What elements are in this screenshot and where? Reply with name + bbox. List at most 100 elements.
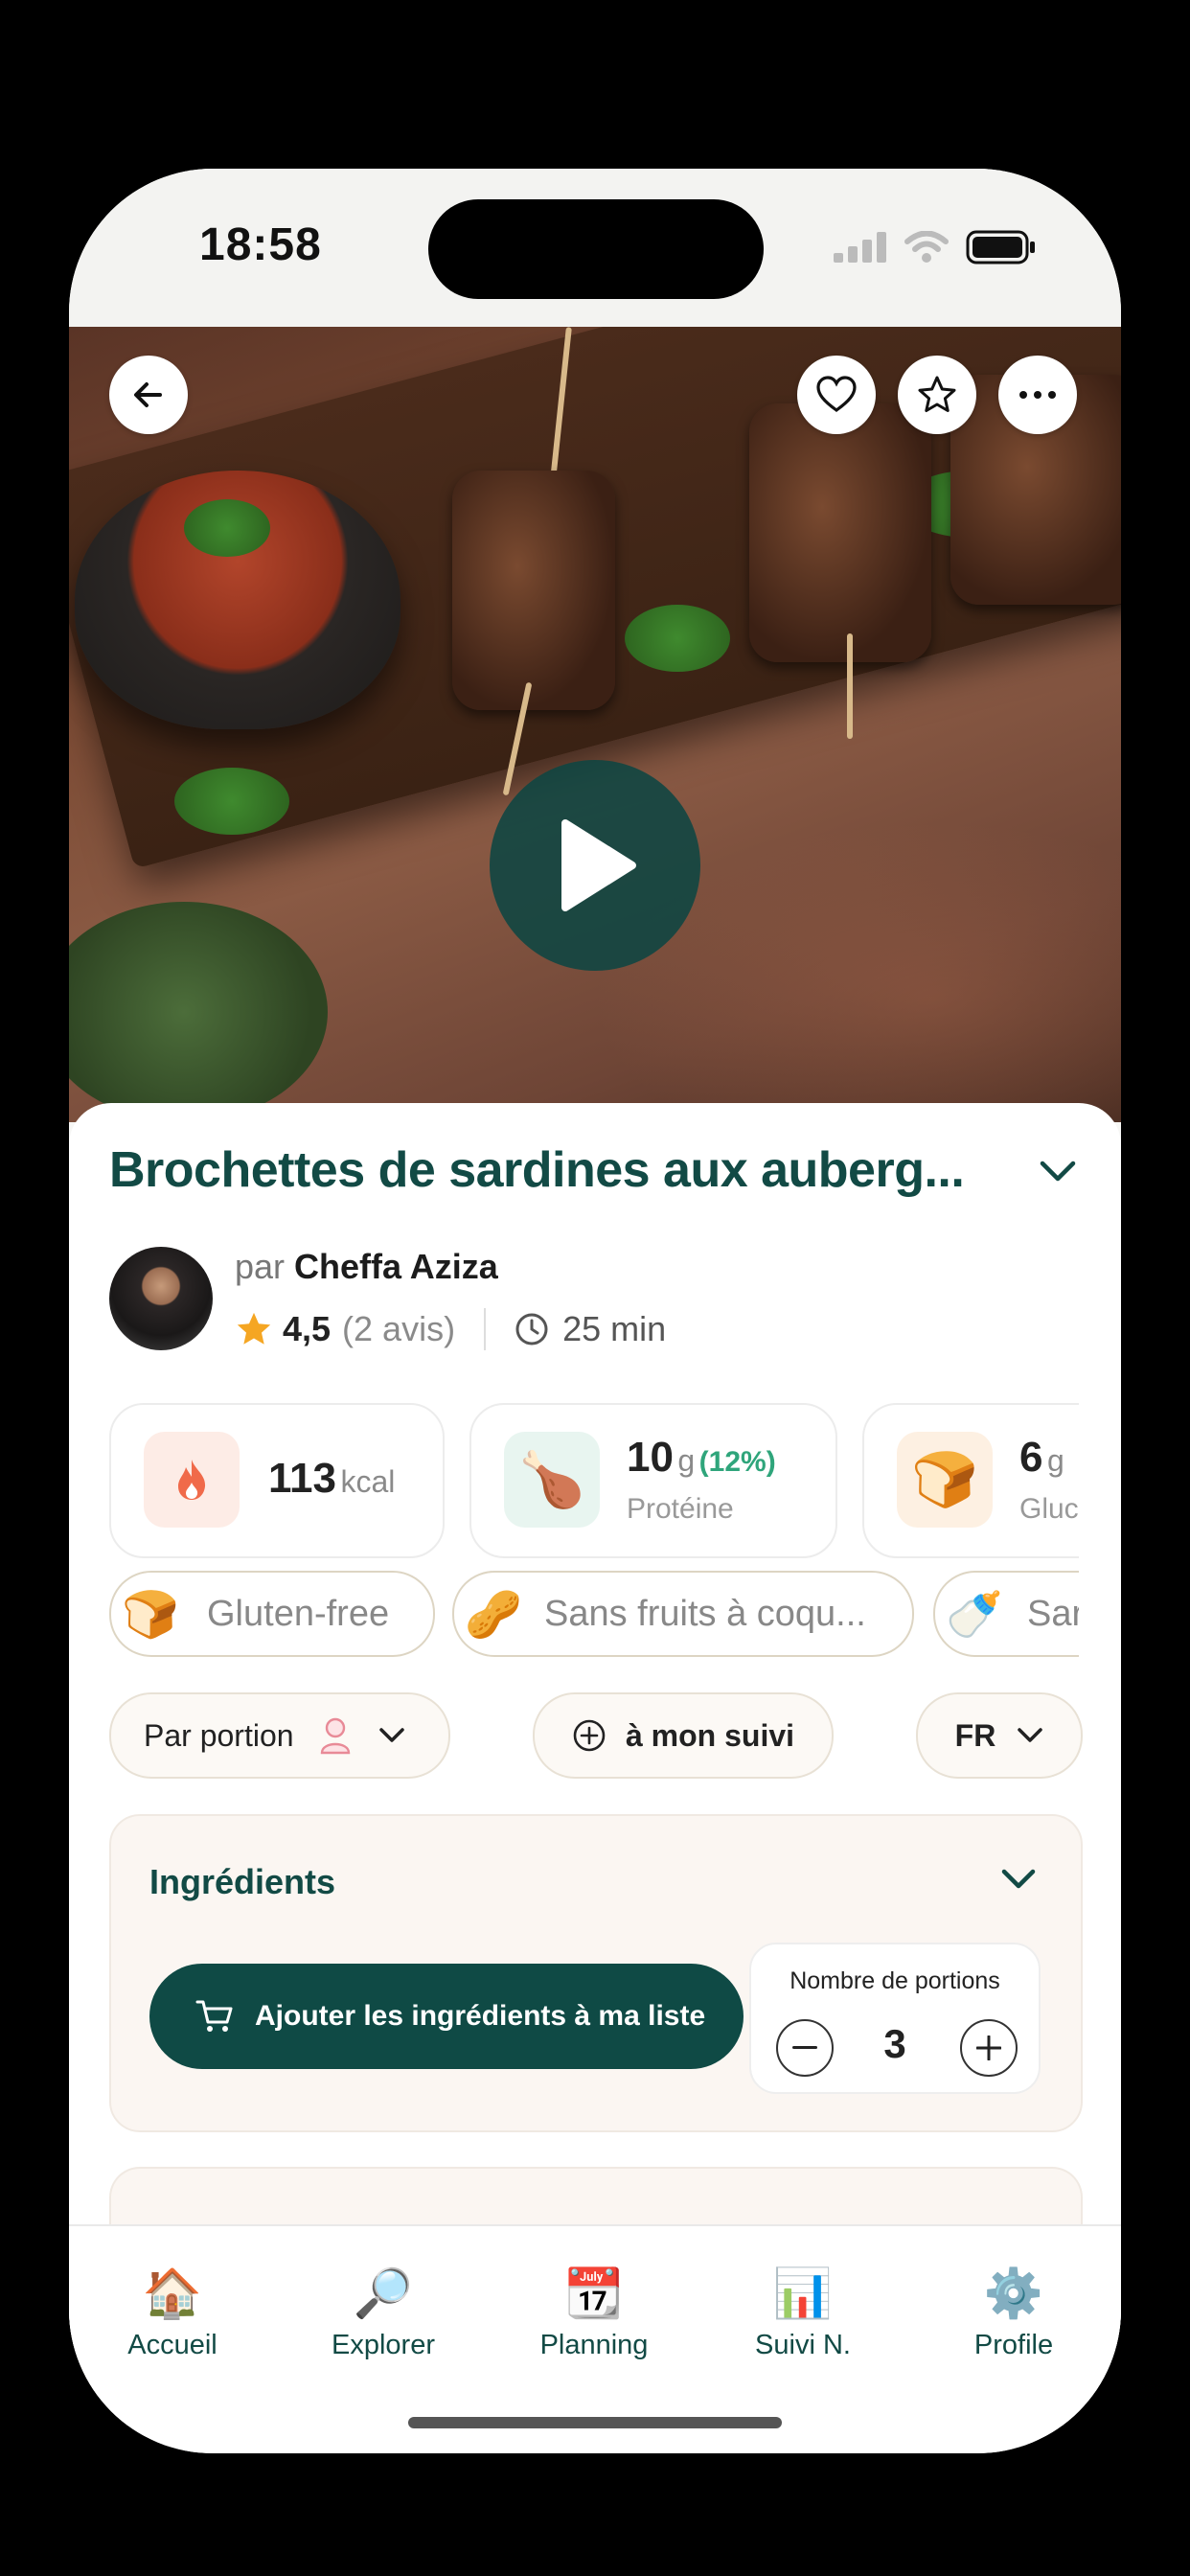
- nuts-icon: 🥜: [465, 1589, 522, 1641]
- magnifier-icon: 🔎: [353, 2266, 414, 2320]
- add-to-tracking-button[interactable]: à mon suivi: [533, 1692, 834, 1779]
- star-filled-icon: [237, 1312, 271, 1345]
- herb: [174, 768, 289, 835]
- nutrition-card-protein: 🍗 10 g (12%) Protéine: [469, 1403, 837, 1558]
- nutrition-card-calories: 113 kcal: [109, 1403, 445, 1558]
- portions-label: Nombre de portions: [790, 1967, 1000, 1994]
- recipe-hero-image: [69, 327, 1121, 1122]
- phone-screen: 18:58 Brochettes de sardines aux auberg.…: [69, 169, 1121, 2453]
- tab-label: Suivi N.: [755, 2330, 851, 2360]
- home-indicator[interactable]: [408, 2417, 782, 2428]
- portion-mode-label: Par portion: [144, 1717, 294, 1753]
- herb: [625, 605, 730, 672]
- wifi-icon: [904, 231, 949, 263]
- more-options-button[interactable]: [998, 356, 1077, 434]
- tab-nutrition-tracking[interactable]: 📊 Suivi N.: [707, 2263, 899, 2361]
- status-icons: [834, 230, 1037, 264]
- add-to-tracking-label: à mon suivi: [625, 1717, 795, 1753]
- cook-duration: 25 min: [562, 1309, 667, 1348]
- rosemary: [69, 902, 328, 1122]
- protein-label: Protéine: [627, 1493, 734, 1525]
- diet-tag-gluten-free[interactable]: 🍞 Gluten-free: [109, 1571, 435, 1657]
- add-ingredients-label: Ajouter les ingrédients à ma liste: [255, 2000, 706, 2032]
- heart-icon: [816, 376, 857, 412]
- author-name: Cheffa Aziza: [294, 1247, 498, 1286]
- carbs-unit: g: [1046, 1443, 1064, 1478]
- protein-percent: (12%): [698, 1446, 776, 1478]
- status-time: 18:58: [199, 219, 322, 270]
- calories-unit: kcal: [340, 1464, 396, 1499]
- diet-tag-lactose-free[interactable]: 🍼 Sar: [933, 1571, 1079, 1657]
- nutrition-card-carbs-clip: 🍞 6 g Gluc: [862, 1403, 1079, 1558]
- tab-explore[interactable]: 🔎 Explorer: [287, 2263, 479, 2361]
- add-ingredients-to-list-button[interactable]: Ajouter les ingrédients à ma liste: [149, 1964, 744, 2069]
- diet-tag-clip: 🍼 Sar: [933, 1571, 1079, 1657]
- chevron-down-icon: [1018, 1728, 1043, 1742]
- plus-icon: [976, 2036, 1001, 2060]
- protein-unit: g: [677, 1443, 696, 1478]
- carbs-value: 6: [1019, 1434, 1043, 1481]
- tab-label: Planning: [539, 2330, 649, 2360]
- back-button[interactable]: [109, 356, 188, 434]
- signal-icon: [834, 232, 886, 263]
- skewer-stick: [847, 633, 853, 739]
- cart-icon: [195, 2000, 233, 2032]
- skewer: [452, 471, 615, 710]
- protein-value: 10: [627, 1434, 674, 1481]
- divider: [484, 1308, 487, 1350]
- chevron-down-icon: [378, 1728, 404, 1742]
- status-bar: 18:58: [69, 169, 1121, 327]
- chevron-down-icon[interactable]: [1000, 1868, 1037, 1891]
- diet-tag-label: Sar: [1027, 1593, 1079, 1634]
- battery-icon: [966, 230, 1035, 264]
- recipe-title: Brochettes de sardines aux auberg...: [109, 1142, 965, 1198]
- skewer: [749, 403, 931, 662]
- tab-label: Explorer: [332, 2330, 435, 2360]
- rating-row: 4,5 (2 avis) 25 min: [235, 1308, 666, 1350]
- herb: [184, 499, 270, 557]
- language-dropdown[interactable]: FR: [916, 1692, 1083, 1779]
- chevron-down-icon[interactable]: [1039, 1159, 1077, 1184]
- carbs-label: Gluc: [1019, 1493, 1079, 1525]
- author-line[interactable]: par Cheffa Aziza: [235, 1247, 498, 1287]
- increase-portions-button[interactable]: [960, 2019, 1018, 2077]
- portions-stepper: Nombre de portions 3: [749, 1943, 1041, 2094]
- milk-bottle-icon: 🍼: [946, 1589, 1003, 1641]
- plus-circle-icon: [573, 1719, 606, 1752]
- ellipsis-icon: [1019, 391, 1056, 399]
- diet-tag-nut-free[interactable]: 🥜 Sans fruits à coqu...: [452, 1571, 914, 1657]
- ingredients-heading[interactable]: Ingrédients: [149, 1862, 335, 1902]
- chicken-leg-icon: 🍗: [504, 1432, 600, 1528]
- reviews-count[interactable]: (2 avis): [342, 1309, 455, 1349]
- tab-planning[interactable]: 📆 Planning: [498, 2263, 690, 2361]
- portion-mode-dropdown[interactable]: Par portion: [109, 1692, 450, 1779]
- clock-icon: [515, 1313, 548, 1346]
- rating-value: 4,5: [283, 1309, 332, 1348]
- star-icon: [918, 376, 956, 412]
- tab-home[interactable]: 🏠 Accueil: [77, 2263, 268, 2361]
- person-icon: [320, 1717, 350, 1755]
- nutrition-card-carbs: 🍞 6 g Gluc: [862, 1403, 1079, 1558]
- language-label: FR: [954, 1717, 996, 1753]
- diet-tag-label: Gluten-free: [207, 1593, 390, 1634]
- favorite-button[interactable]: [797, 356, 876, 434]
- bread-icon: 🍞: [122, 1589, 179, 1641]
- tab-label: Accueil: [127, 2330, 217, 2360]
- play-video-button[interactable]: [490, 760, 700, 971]
- dynamic-island: [428, 199, 764, 299]
- calendar-icon: 📆: [563, 2266, 625, 2320]
- rate-button[interactable]: [898, 356, 976, 434]
- tab-label: Profile: [973, 2330, 1054, 2360]
- play-icon: [561, 819, 636, 911]
- ingredients-section: Ingrédients Ajouter les ingrédients à ma…: [109, 1814, 1083, 2132]
- nutrition-scroll[interactable]: [69, 1103, 1081, 1104]
- author-prefix: par: [235, 1247, 286, 1286]
- bottom-tab-bar: 🏠 Accueil 🔎 Explorer 📆 Planning 📊 Suivi …: [69, 2224, 1121, 2453]
- bread-icon: 🍞: [897, 1432, 993, 1528]
- gear-icon: ⚙️: [983, 2266, 1044, 2320]
- house-icon: 🏠: [142, 2266, 203, 2320]
- arrow-left-icon: [134, 382, 162, 407]
- tab-profile[interactable]: ⚙️ Profile: [918, 2263, 1110, 2361]
- author-avatar[interactable]: [109, 1247, 213, 1350]
- calories-value: 113: [268, 1455, 336, 1502]
